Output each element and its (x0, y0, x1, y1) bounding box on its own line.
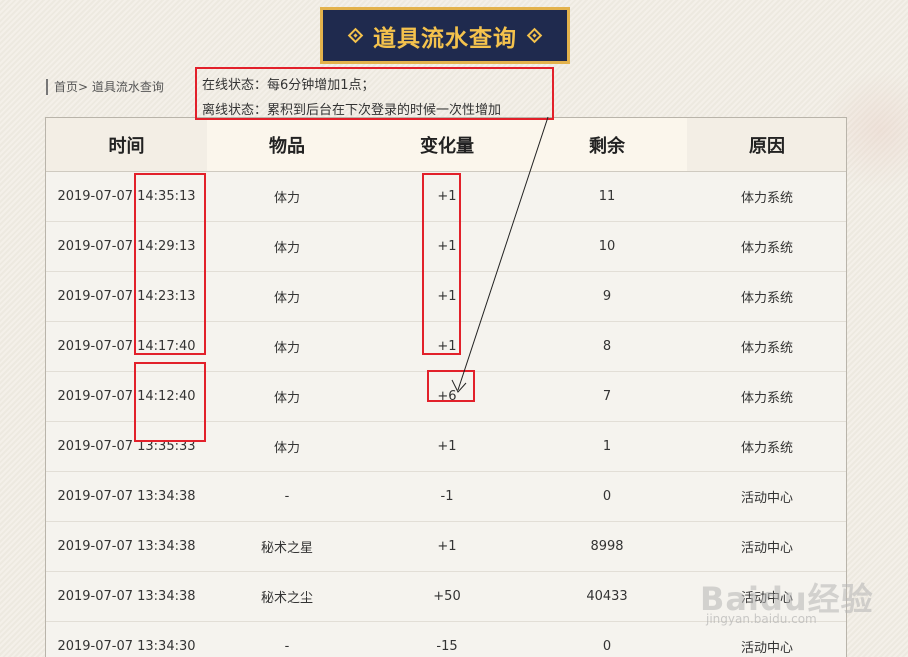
note-offline: 离线状态：累积到后台在下次登录的时候一次性增加 (202, 103, 502, 118)
column-header-change: 变化量 (367, 118, 527, 172)
cell-remain: 40433 (527, 571, 687, 622)
cell-reason: 体力系统 (687, 371, 846, 422)
cell-reason: 活动中心 (687, 621, 846, 657)
diamond-ornament-icon (526, 27, 543, 44)
cell-time: 2019-07-07 14:12:40 (46, 371, 207, 422)
cell-item: 体力 (207, 271, 367, 322)
cell-change: +1 (367, 221, 527, 272)
table-row: 2019-07-07 13:34:38 秘术之星 +1 8998 活动中心 (46, 521, 846, 572)
page-title-banner: 道具流水查询 (320, 7, 570, 64)
table-row: 2019-07-07 14:17:40 体力 +1 8 体力系统 (46, 321, 846, 372)
cell-item: 秘术之尘 (207, 571, 367, 622)
table-row: 2019-07-07 14:35:13 体力 +1 11 体力系统 (46, 171, 846, 222)
cell-remain: 8 (527, 321, 687, 372)
table-row: 2019-07-07 14:23:13 体力 +1 9 体力系统 (46, 271, 846, 322)
table-row: 2019-07-07 13:35:33 体力 +1 1 体力系统 (46, 421, 846, 472)
column-header-remain: 剩余 (527, 118, 687, 172)
cell-item: 体力 (207, 321, 367, 372)
cell-change: +1 (367, 521, 527, 572)
table-header-row: 时间 物品 变化量 剩余 原因 (46, 118, 846, 172)
column-header-time: 时间 (46, 118, 207, 172)
cell-time: 2019-07-07 13:34:30 (46, 621, 207, 657)
cell-reason: 体力系统 (687, 221, 846, 272)
table-row: 2019-07-07 13:34:30- -15 0 活动中心 (46, 621, 846, 657)
cell-time: 2019-07-07 14:17:40 (46, 321, 207, 372)
cell-remain: 7 (527, 371, 687, 422)
cell-remain: 9 (527, 271, 687, 322)
cell-remain: 0 (527, 621, 687, 657)
cell-item: - (207, 471, 367, 522)
cell-change: +1 (367, 171, 527, 222)
page-title: 道具流水查询 (373, 24, 517, 52)
cell-time: 2019-07-07 14:35:13 (46, 171, 207, 222)
breadcrumb-separator: > (78, 80, 89, 94)
cell-item: 体力 (207, 371, 367, 422)
cell-item: 体力 (207, 421, 367, 472)
note-online: 在线状态：每6分钟增加1点； (202, 78, 375, 93)
cell-time: 2019-07-07 13:34:38 (46, 471, 207, 522)
breadcrumb-current: 道具流水查询 (91, 80, 164, 94)
breadcrumb-home-link[interactable]: 首页 (54, 80, 78, 94)
cell-item: 秘术之星 (207, 521, 367, 572)
diamond-ornament-icon (347, 27, 364, 44)
annotation-note-box: 在线状态：每6分钟增加1点； 离线状态：累积到后台在下次登录的时候一次性增加 (195, 67, 554, 120)
cell-time: 2019-07-07 14:29:13 (46, 221, 207, 272)
cell-remain: 8998 (527, 521, 687, 572)
cell-change: -15 (367, 621, 527, 657)
column-header-item: 物品 (207, 118, 367, 172)
table-row: 2019-07-07 14:12:40 体力 +6 7 体力系统 (46, 371, 846, 422)
cell-item: 体力 (207, 171, 367, 222)
cell-time: 2019-07-07 13:35:33 (46, 421, 207, 472)
cell-remain: 11 (527, 171, 687, 222)
cell-remain: 0 (527, 471, 687, 522)
cell-item: 体力 (207, 221, 367, 272)
table-row: 2019-07-07 13:34:38- -1 0 活动中心 (46, 471, 846, 522)
cell-change: +1 (367, 321, 527, 372)
cell-remain: 1 (527, 421, 687, 472)
cell-reason: 体力系统 (687, 171, 846, 222)
cell-reason: 体力系统 (687, 321, 846, 372)
cell-change: +1 (367, 421, 527, 472)
column-header-reason: 原因 (687, 118, 846, 172)
cell-remain: 10 (527, 221, 687, 272)
cell-time: 2019-07-07 13:34:38 (46, 521, 207, 572)
breadcrumb: 首页> 道具流水查询 (46, 79, 164, 95)
cell-item: - (207, 621, 367, 657)
cell-time: 2019-07-07 13:34:38 (46, 571, 207, 622)
table-row: 2019-07-07 14:29:13 体力 +1 10 体力系统 (46, 221, 846, 272)
cell-reason: 体力系统 (687, 421, 846, 472)
cell-change: +1 (367, 271, 527, 322)
cell-time: 2019-07-07 14:23:13 (46, 271, 207, 322)
cell-reason: 活动中心 (687, 521, 846, 572)
cell-reason: 活动中心 (687, 471, 846, 522)
watermark-url: jingyan.baidu.com (706, 612, 817, 626)
cell-reason: 体力系统 (687, 271, 846, 322)
cell-change: +6 (367, 371, 527, 422)
cell-change: +50 (367, 571, 527, 622)
cell-change: -1 (367, 471, 527, 522)
